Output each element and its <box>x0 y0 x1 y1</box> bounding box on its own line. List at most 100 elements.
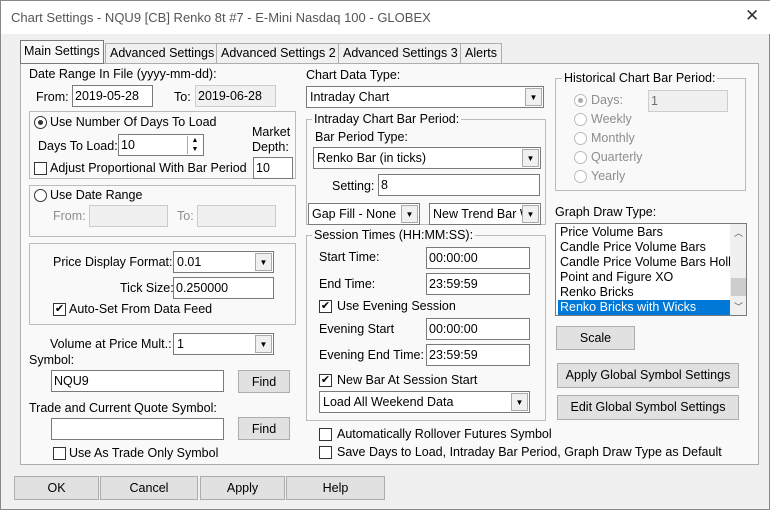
tab-advanced-settings-3[interactable]: Advanced Settings 3 <box>338 43 463 63</box>
days-to-load-stepper[interactable]: 10 ▲ ▼ <box>118 134 204 156</box>
listbox-scrollbar[interactable]: ︿ ﹀ <box>730 224 746 315</box>
help-button[interactable]: Help <box>286 476 385 500</box>
historical-days-input: 1 <box>648 90 728 112</box>
quarterly-radio <box>574 151 587 164</box>
use-days-label: Use Number Of Days To Load <box>50 115 217 129</box>
tick-size-input[interactable]: 0.250000 <box>173 277 274 299</box>
evening-start-input[interactable]: 00:00:00 <box>426 318 530 340</box>
market-depth-input[interactable]: 10 <box>253 157 293 179</box>
trade-only-label: Use As Trade Only Symbol <box>69 446 219 460</box>
adjust-proportional-checkbox[interactable] <box>34 162 47 175</box>
to-label: To: <box>174 90 191 104</box>
vap-value: 1 <box>177 337 184 351</box>
days-value: 10 <box>121 138 135 152</box>
bar-period-type-select[interactable]: Renko Bar (in ticks) ▼ <box>313 147 541 169</box>
chevron-down-icon: ▼ <box>511 393 528 411</box>
edit-global-symbol-settings-button[interactable]: Edit Global Symbol Settings <box>557 395 739 420</box>
auto-set-checkbox[interactable]: ✔ <box>53 303 66 316</box>
scroll-up-icon[interactable]: ︿ <box>734 226 743 239</box>
chevron-down-icon: ▼ <box>255 335 272 353</box>
weekly-radio <box>574 113 587 126</box>
setting-input[interactable]: 8 <box>378 174 540 196</box>
save-default-checkbox[interactable] <box>319 446 332 459</box>
save-default-label: Save Days to Load, Intraday Bar Period, … <box>337 445 722 459</box>
cancel-button[interactable]: Cancel <box>100 476 198 500</box>
bar-period-type-label: Bar Period Type: <box>315 130 408 144</box>
days-to-load-label: Days To Load: <box>38 139 118 153</box>
adjust-proportional-label: Adjust Proportional With Bar Period <box>50 161 247 175</box>
list-item[interactable]: Renko Bricks <box>558 285 730 300</box>
find-symbol-button[interactable]: Find <box>238 370 290 393</box>
chart-data-type-value: Intraday Chart <box>310 90 390 104</box>
monthly-label: Monthly <box>591 131 635 145</box>
session-group-label: Session Times (HH:MM:SS): <box>312 228 476 242</box>
start-time-input[interactable]: 00:00:00 <box>426 247 530 269</box>
dr-to-label: To: <box>177 209 194 223</box>
evening-end-input[interactable]: 23:59:59 <box>426 344 530 366</box>
use-days-radio[interactable] <box>34 116 47 129</box>
chart-data-type-select[interactable]: Intraday Chart ▼ <box>306 86 544 108</box>
use-date-range-radio[interactable] <box>34 189 47 202</box>
scroll-down-icon[interactable]: ﹀ <box>734 300 743 313</box>
close-icon[interactable]: ✕ <box>745 6 759 26</box>
list-item[interactable]: Point and Figure XO <box>558 270 730 285</box>
scale-button[interactable]: Scale <box>556 326 635 350</box>
start-time-label: Start Time: <box>319 250 380 264</box>
scrollbar-thumb[interactable] <box>731 278 746 296</box>
end-time-label: End Time: <box>319 277 376 291</box>
monthly-radio <box>574 132 587 145</box>
bar-period-type-value: Renko Bar (in ticks) <box>317 151 427 165</box>
rollover-checkbox[interactable] <box>319 428 332 441</box>
tab-advanced-settings[interactable]: Advanced Settings <box>105 43 220 63</box>
price-format-value: 0.01 <box>177 255 202 269</box>
new-trend-select[interactable]: New Trend Bar W ▼ <box>429 203 541 225</box>
graph-draw-type-listbox[interactable]: Price Volume Bars Candle Price Volume Ba… <box>555 223 747 316</box>
chevron-down-icon: ▼ <box>522 149 539 167</box>
tab-advanced-settings-2[interactable]: Advanced Settings 2 <box>216 43 341 63</box>
dr-from-input <box>89 205 168 227</box>
list-item[interactable]: Price Volume Bars <box>558 225 730 240</box>
trade-symbol-input[interactable] <box>51 418 224 440</box>
list-item-selected[interactable]: Renko Bricks with Wicks <box>558 300 730 315</box>
list-item[interactable]: Candle Price Volume Bars Hollow <box>558 255 730 270</box>
trade-only-checkbox[interactable] <box>53 447 66 460</box>
vap-select[interactable]: 1 ▼ <box>173 333 274 355</box>
spinner-arrows-icon[interactable]: ▲ ▼ <box>187 136 202 154</box>
weekend-data-select[interactable]: Load All Weekend Data ▼ <box>319 391 530 413</box>
to-date-input: 2019-06-28 <box>195 85 276 107</box>
setting-label: Setting: <box>332 179 375 193</box>
from-date-input[interactable]: 2019-05-28 <box>72 85 153 107</box>
new-bar-checkbox[interactable]: ✔ <box>319 374 332 387</box>
end-time-input[interactable]: 23:59:59 <box>426 273 530 295</box>
chevron-down-icon: ▼ <box>255 253 272 271</box>
quarterly-label: Quarterly <box>591 150 643 164</box>
ok-button[interactable]: OK <box>14 476 99 500</box>
use-evening-checkbox[interactable]: ✔ <box>319 300 332 313</box>
chart-data-type-label: Chart Data Type: <box>306 68 401 82</box>
weekly-label: Weekly <box>591 112 632 126</box>
tick-size-label: Tick Size: <box>120 281 174 295</box>
apply-button[interactable]: Apply <box>200 476 285 500</box>
dr-to-input <box>197 205 276 227</box>
price-format-select[interactable]: 0.01 ▼ <box>173 251 274 273</box>
chevron-down-icon: ▼ <box>525 88 542 106</box>
gap-fill-select[interactable]: Gap Fill - None ▼ <box>308 203 420 225</box>
chevron-down-icon: ▼ <box>401 205 418 223</box>
auto-set-label: Auto-Set From Data Feed <box>69 302 213 316</box>
trade-symbol-label: Trade and Current Quote Symbol: <box>29 401 217 415</box>
symbol-label: Symbol: <box>29 353 75 367</box>
graph-draw-type-label: Graph Draw Type: <box>555 205 657 219</box>
tab-main-settings[interactable]: Main Settings <box>20 40 104 64</box>
chevron-down-icon: ▼ <box>522 205 539 223</box>
date-range-label: Date Range In File (yyyy-mm-dd): <box>29 67 217 81</box>
tab-alerts[interactable]: Alerts <box>460 43 502 63</box>
from-label: From: <box>36 90 69 104</box>
yearly-radio <box>574 170 587 183</box>
symbol-input[interactable]: NQU9 <box>51 370 224 392</box>
find-trade-symbol-button[interactable]: Find <box>238 417 290 440</box>
list-item[interactable]: Candle Price Volume Bars <box>558 240 730 255</box>
use-evening-label: Use Evening Session <box>337 299 456 313</box>
price-format-label: Price Display Format: <box>53 255 173 269</box>
apply-global-symbol-settings-button[interactable]: Apply Global Symbol Settings <box>557 363 739 388</box>
intraday-group-label: Intraday Chart Bar Period: <box>312 112 462 126</box>
